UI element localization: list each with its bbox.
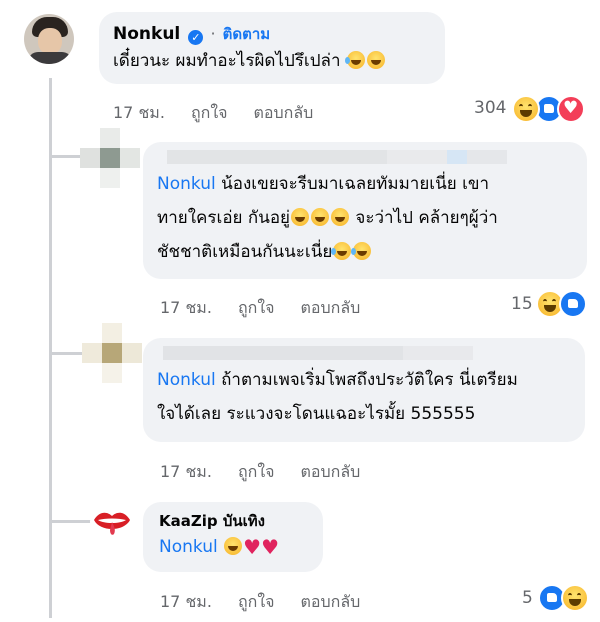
grinning-sweat-emoji-icon xyxy=(366,51,385,69)
reply-time[interactable]: 17 ชม. xyxy=(160,298,212,317)
like-button[interactable]: ถูกใจ xyxy=(238,592,275,611)
grinning-emoji-icon xyxy=(291,208,309,226)
reply-time[interactable]: 17 ชม. xyxy=(160,592,212,611)
reply-button[interactable]: ตอบกลับ xyxy=(301,462,361,481)
reply-time[interactable]: 17 ชม. xyxy=(160,462,212,481)
comment-time[interactable]: 17 ชม. xyxy=(113,103,165,122)
follow-link[interactable]: ติดตาม xyxy=(223,25,271,43)
reply-text-line: จะว่าไป คล้ายๆผู้ว่า xyxy=(350,208,498,228)
reply-button[interactable]: ตอบกลับ xyxy=(254,103,314,122)
comment-bubble: Nonkul ✓ · ติดตาม เดี๋ยวนะ ผมทำอะไรผิดไป… xyxy=(99,12,445,84)
grinning-emoji-icon xyxy=(311,208,329,226)
thread-line-branch xyxy=(49,520,93,523)
laughing-tears-emoji-icon xyxy=(351,242,372,260)
reply-text-line: ชัชชาติเหมือนกันนะเนี่ย xyxy=(157,242,333,262)
reply-button[interactable]: ตอบกลับ xyxy=(301,592,361,611)
avatar-blurred xyxy=(82,323,142,383)
verified-badge-icon: ✓ xyxy=(188,30,204,45)
lips-logo-icon xyxy=(94,512,130,535)
comment-text-content: เดี๋ยวนะ ผมทำอะไรผิดไปรึเปล่า xyxy=(113,51,341,71)
reply-bubble: Nonkul ถ้าตามเพจเริ่มโพสถึงประวัติใคร นี… xyxy=(143,338,585,442)
comment-header: Nonkul ✓ · ติดตาม xyxy=(113,22,431,46)
reply-text: Nonkul ถ้าตามเพจเริ่มโพสถึงประวัติใคร นี… xyxy=(157,363,571,431)
avatar[interactable] xyxy=(24,14,74,64)
reply-button[interactable]: ตอบกลับ xyxy=(301,298,361,317)
laughing-tears-emoji-icon xyxy=(331,242,352,260)
reply-text: Nonkul น้องเขยจะรีบมาเฉลยทัมมายเนี่ย เขา… xyxy=(157,167,573,269)
reply-author[interactable]: KaaZip บันเทิง xyxy=(159,510,307,532)
reply-actions: 17 ชม. ถูกใจ ตอบกลับ xyxy=(160,296,386,321)
squinting-tongue-emoji-icon xyxy=(224,537,243,555)
reply-text: Nonkul ♥♥ xyxy=(159,532,307,562)
thread-line-vertical xyxy=(49,78,52,618)
like-icon xyxy=(559,290,587,318)
reaction-count[interactable]: 304 xyxy=(474,98,506,118)
love-icon xyxy=(557,95,585,123)
reply-text-line: ทายใครเอ่ย กันอยู่ xyxy=(157,208,290,228)
haha-icon xyxy=(512,95,540,123)
comment-text: เดี๋ยวนะ ผมทำอะไรผิดไปรึเปล่า xyxy=(113,46,431,76)
reply-text-line: ถ้าตามเพจเริ่มโพสถึงประวัติใคร นี่เตรียม xyxy=(215,370,518,390)
avatar-blurred xyxy=(80,128,140,188)
heart-emoji-icon: ♥ xyxy=(243,535,262,559)
reply-bubble: KaaZip บันเทิง Nonkul ♥♥ xyxy=(143,502,323,572)
reply-actions: 17 ชม. ถูกใจ ตอบกลับ xyxy=(160,460,386,485)
haha-icon xyxy=(561,584,589,612)
laughing-tears-emoji-icon xyxy=(344,51,365,69)
reply-author-redacted xyxy=(167,147,573,167)
like-button[interactable]: ถูกใจ xyxy=(238,462,275,481)
reply-bubble: Nonkul น้องเขยจะรีบมาเฉลยทัมมายเนี่ย เขา… xyxy=(143,142,587,279)
comment-author[interactable]: Nonkul xyxy=(113,24,180,44)
reply-author-redacted xyxy=(163,343,571,363)
reply-text-line: ใจได้เลย ระแวงจะโดนแฉอะไรมั้ย 555555 xyxy=(157,404,476,424)
heart-emoji-icon: ♥ xyxy=(261,535,279,559)
reaction-count[interactable]: 15 xyxy=(511,294,533,314)
grinning-emoji-icon xyxy=(331,208,349,226)
like-button[interactable]: ถูกใจ xyxy=(238,298,275,317)
page-avatar[interactable] xyxy=(90,500,134,544)
avatar-shirt xyxy=(28,52,72,64)
avatar-face xyxy=(38,28,62,54)
mention-link[interactable]: Nonkul xyxy=(159,537,218,557)
separator-dot: · xyxy=(210,24,216,43)
comment-actions: 17 ชม. ถูกใจ ตอบกลับ xyxy=(113,101,339,126)
mention-link[interactable]: Nonkul xyxy=(157,174,216,194)
reply-actions: 17 ชม. ถูกใจ ตอบกลับ xyxy=(160,590,386,615)
mention-link[interactable]: Nonkul xyxy=(157,370,216,390)
like-button[interactable]: ถูกใจ xyxy=(191,103,228,122)
reaction-count[interactable]: 5 xyxy=(522,588,533,608)
reply-text-line: น้องเขยจะรีบมาเฉลยทัมมายเนี่ย เขา xyxy=(221,174,490,194)
